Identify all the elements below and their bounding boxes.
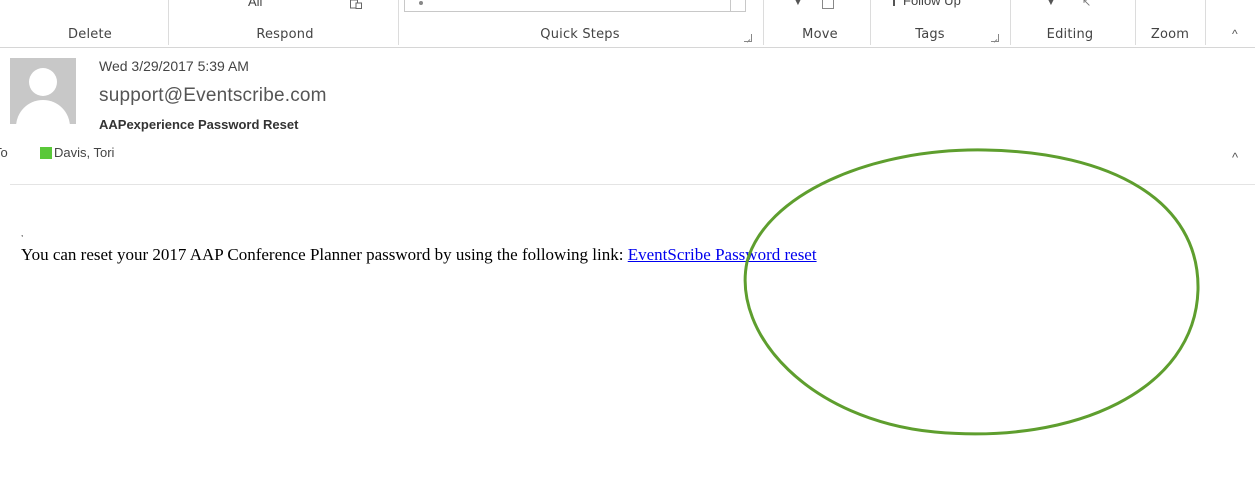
select-cursor-icon[interactable]: ↖: [1082, 0, 1091, 9]
avatar-head-shape: [29, 68, 57, 96]
follow-up-button[interactable]: Follow Up: [893, 0, 961, 8]
sender-avatar: [10, 58, 76, 124]
message-date: Wed 3/29/2017 5:39 AM: [99, 58, 249, 74]
header-divider: [10, 184, 1255, 185]
group-separator: [1135, 0, 1136, 45]
body-comma: ,: [21, 229, 24, 238]
group-separator: [870, 0, 871, 45]
to-label: To: [0, 145, 8, 160]
group-separator: [1205, 0, 1206, 45]
avatar-body-shape: [16, 100, 70, 124]
group-separator: [1010, 0, 1011, 45]
group-label-quick-steps: Quick Steps: [540, 27, 620, 42]
group-separator: [763, 0, 764, 45]
group-label-move: Move: [802, 27, 838, 42]
find-dropdown-icon[interactable]: ▼: [1046, 0, 1056, 8]
tags-launcher-icon[interactable]: [991, 34, 999, 42]
rules-icon[interactable]: [822, 0, 834, 9]
ribbon-commands: All ▼ Follow Up ▼ ↖: [0, 0, 1255, 24]
ribbon: All ▼ Follow Up ▼ ↖ Delete Respond Quick…: [0, 0, 1255, 48]
quick-steps-launcher-icon[interactable]: [744, 34, 752, 42]
presence-status-icon: [40, 147, 52, 159]
collapse-ribbon-icon[interactable]: ^: [1232, 27, 1238, 41]
flag-icon: [893, 0, 895, 6]
quick-steps-gallery[interactable]: [404, 0, 746, 12]
follow-up-label: Follow Up: [903, 0, 961, 8]
group-separator: [168, 0, 169, 45]
meeting-icon[interactable]: [350, 0, 362, 9]
body-text: You can reset your 2017 AAP Conference P…: [21, 245, 628, 264]
group-label-delete: Delete: [68, 27, 112, 42]
recipient-name[interactable]: Davis, Tori: [54, 145, 114, 160]
annotation-ellipse-stroke: [743, 148, 1200, 436]
reply-all-button[interactable]: All: [248, 0, 262, 9]
gallery-scrollbar[interactable]: [730, 0, 745, 11]
sender-address[interactable]: support@Eventscribe.com: [99, 85, 327, 107]
group-separator: [398, 0, 399, 45]
group-label-respond: Respond: [256, 27, 314, 42]
message-body: You can reset your 2017 AAP Conference P…: [21, 245, 817, 265]
group-label-editing: Editing: [1046, 27, 1094, 42]
group-label-tags: Tags: [915, 27, 945, 42]
collapse-header-icon[interactable]: ^: [1232, 150, 1238, 165]
group-label-zoom: Zoom: [1150, 27, 1190, 42]
password-reset-link[interactable]: EventScribe Password reset: [628, 245, 817, 264]
message-subject: AAPexperience Password Reset: [99, 117, 299, 132]
move-dropdown-icon[interactable]: ▼: [793, 0, 803, 8]
quick-step-icon: [419, 1, 423, 5]
